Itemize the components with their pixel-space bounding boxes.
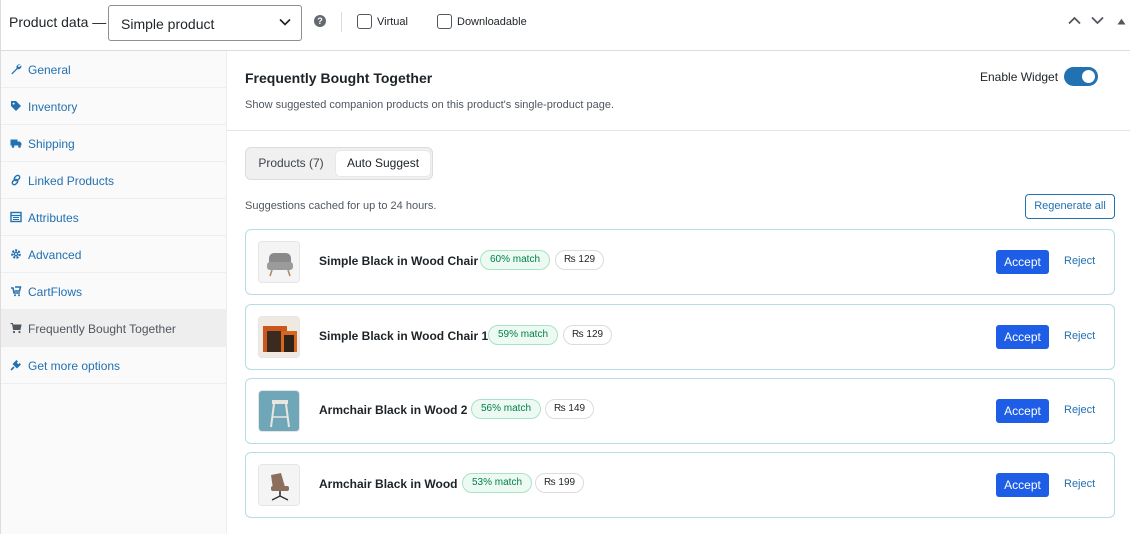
move-up-icon[interactable] [1068, 16, 1081, 25]
product-type-select[interactable]: Simple product [108, 5, 302, 41]
suggestion-card: Simple Black in Wood Chair 60% match ₨ 1… [245, 229, 1115, 295]
truck-icon [10, 139, 22, 148]
fbt-panel: Frequently Bought Together Show suggeste… [227, 51, 1130, 534]
sidebar-item-label: Advanced [28, 248, 82, 262]
match-badge: 60% match [480, 250, 551, 270]
regenerate-all-button[interactable]: Regenerate all [1025, 194, 1115, 219]
suggestion-card: Armchair Black in Wood 53% match ₨ 199 A… [245, 452, 1115, 518]
sidebar-item-label: Attributes [28, 211, 79, 225]
sidebar-item-get-more-options[interactable]: Get more options [1, 347, 227, 384]
product-data-panel: Product data — Simple product ? Virtual … [0, 0, 1130, 534]
plugin-icon [10, 360, 21, 371]
cache-note: Suggestions cached for up to 24 hours. [245, 200, 437, 212]
product-data-header: Product data — Simple product ? Virtual … [1, 0, 1130, 51]
armchair-thumb [258, 241, 300, 283]
lounge-chair-thumb [258, 464, 300, 506]
nesting-tables-thumb [258, 316, 300, 358]
sidebar-item-inventory[interactable]: Inventory [1, 88, 227, 125]
reject-link[interactable]: Reject [1064, 330, 1095, 342]
tab-products[interactable]: Products (7) [250, 151, 332, 176]
price-badge: ₨ 149 [545, 399, 595, 419]
help-icon[interactable]: ? [314, 15, 326, 27]
suggestion-card: Simple Black in Wood Chair 1 59% match ₨… [245, 304, 1115, 370]
reject-link[interactable]: Reject [1064, 255, 1095, 267]
downloadable-checkbox[interactable] [437, 14, 452, 29]
move-down-icon[interactable] [1091, 16, 1104, 25]
sidebar-item-advanced[interactable]: Advanced [1, 236, 227, 273]
product-name[interactable]: Armchair Black in Wood 2 [319, 403, 467, 417]
downloadable-label: Downloadable [457, 16, 527, 28]
collapse-icon[interactable] [1117, 18, 1126, 25]
link-icon [11, 174, 21, 186]
accept-button[interactable]: Accept [996, 325, 1049, 349]
sidebar-item-label: Shipping [28, 137, 75, 151]
price-badge: ₨ 199 [535, 473, 585, 493]
product-data-tabs: General Inventory Shipping Linked Produc… [1, 51, 227, 534]
mode-tabs: Products (7) Auto Suggest [245, 147, 433, 180]
sidebar-item-linked-products[interactable]: Linked Products [1, 162, 227, 199]
price-badge: ₨ 129 [563, 325, 613, 345]
stool-thumb [258, 390, 300, 432]
enable-widget-toggle[interactable] [1064, 67, 1098, 86]
match-badge: 53% match [462, 473, 533, 493]
sidebar-item-label: Frequently Bought Together [28, 322, 176, 336]
section-title: Frequently Bought Together [245, 70, 433, 86]
enable-widget-label: Enable Widget [980, 70, 1059, 84]
product-data-title: Product data — [9, 14, 107, 30]
chevron-down-icon [279, 18, 291, 26]
suggestion-card: Armchair Black in Wood 2 56% match ₨ 149… [245, 378, 1115, 444]
gear-icon [11, 249, 21, 259]
section-divider [227, 130, 1130, 131]
tab-auto-suggest[interactable]: Auto Suggest [336, 151, 430, 176]
product-name[interactable]: Simple Black in Wood Chair [319, 254, 478, 268]
sidebar-item-attributes[interactable]: Attributes [1, 199, 227, 236]
sidebar-item-shipping[interactable]: Shipping [1, 125, 227, 162]
accept-button[interactable]: Accept [996, 473, 1049, 497]
reject-link[interactable]: Reject [1064, 478, 1095, 490]
product-name[interactable]: Armchair Black in Wood [319, 477, 457, 491]
reject-link[interactable]: Reject [1064, 404, 1095, 416]
match-badge: 56% match [471, 399, 542, 419]
sidebar-item-general[interactable]: General [1, 51, 227, 88]
cartflows-icon [11, 286, 22, 297]
table-icon [10, 211, 22, 223]
cart-icon [10, 323, 22, 334]
section-description: Show suggested companion products on thi… [245, 99, 614, 111]
sidebar-item-label: Get more options [28, 359, 121, 373]
product-name[interactable]: Simple Black in Wood Chair 1 [319, 329, 488, 343]
accept-button[interactable]: Accept [996, 250, 1049, 274]
header-divider [341, 12, 342, 32]
price-badge: ₨ 129 [555, 250, 605, 270]
virtual-checkbox[interactable] [357, 14, 372, 29]
tag-icon [11, 101, 21, 111]
sidebar-item-frequently-bought-together[interactable]: Frequently Bought Together [1, 310, 227, 347]
sidebar-item-label: CartFlows [28, 285, 83, 299]
accept-button[interactable]: Accept [996, 399, 1049, 423]
sidebar-item-label: General [28, 63, 71, 77]
sidebar-item-label: Linked Products [28, 174, 115, 188]
virtual-label: Virtual [377, 16, 408, 28]
sidebar-item-label: Inventory [28, 100, 78, 114]
match-badge: 59% match [488, 325, 559, 345]
sidebar-item-cartflows[interactable]: CartFlows [1, 273, 227, 310]
product-type-value: Simple product [121, 16, 215, 32]
wrench-icon [11, 64, 22, 75]
